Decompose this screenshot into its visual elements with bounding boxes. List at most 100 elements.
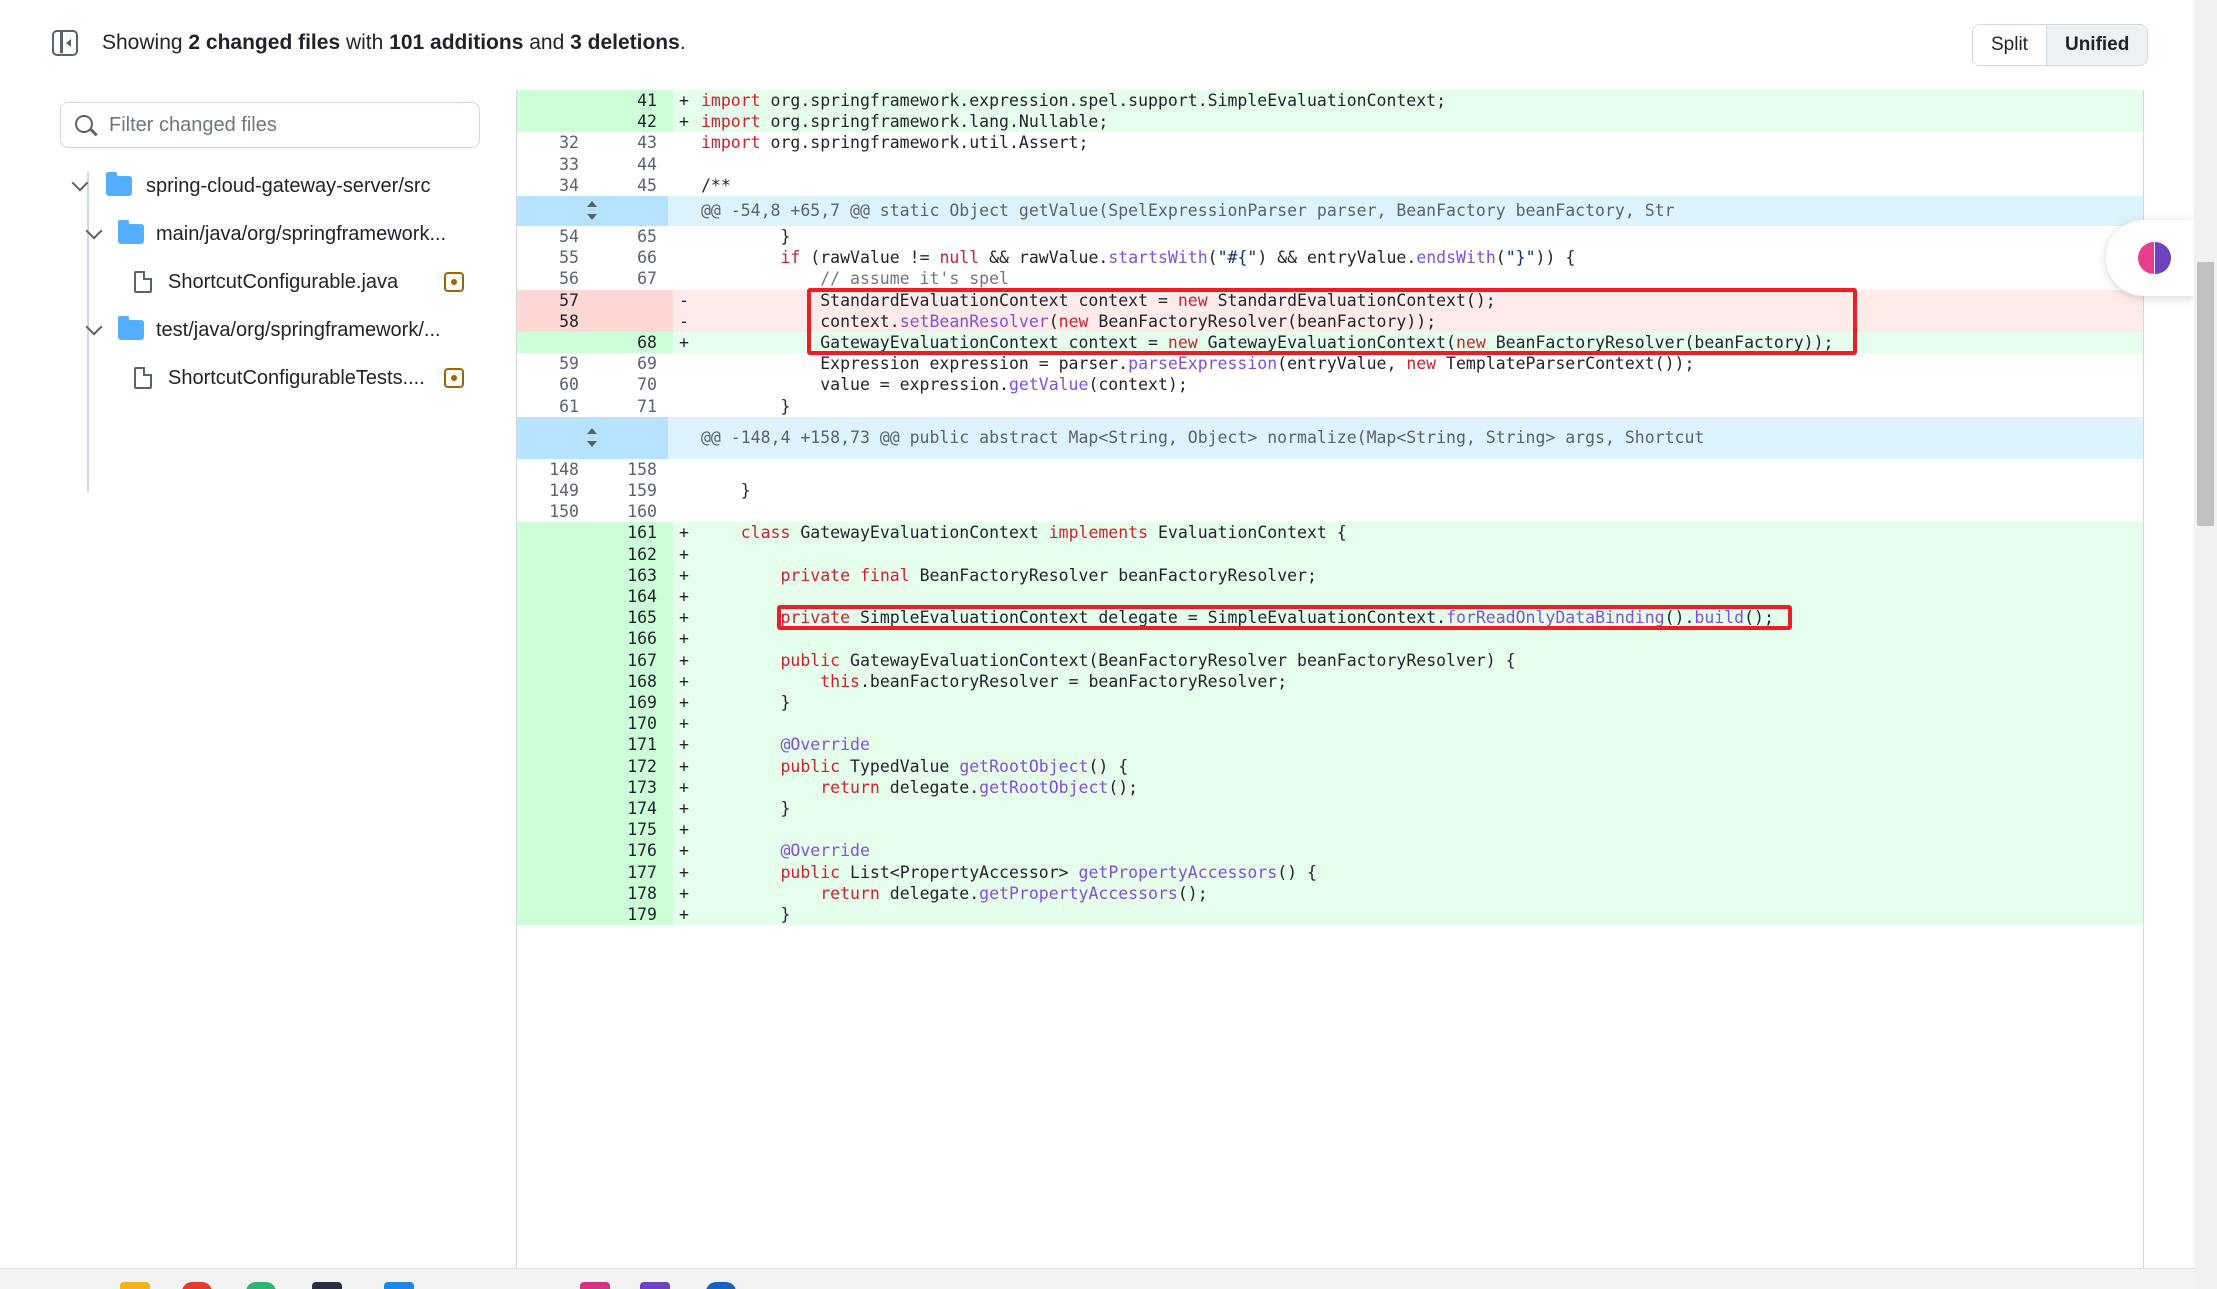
old-line-number[interactable] xyxy=(517,861,595,883)
extension-button[interactable] xyxy=(2106,220,2194,296)
new-line-number[interactable]: 67 xyxy=(595,268,673,289)
old-line-number[interactable]: 59 xyxy=(517,353,595,374)
old-line-number[interactable]: 33 xyxy=(517,154,595,175)
old-line-number[interactable]: 149 xyxy=(517,480,595,501)
old-line-number[interactable] xyxy=(517,840,595,862)
taskbar-app-icon[interactable] xyxy=(182,1282,212,1289)
old-line-number[interactable]: 60 xyxy=(517,374,595,395)
new-line-number[interactable]: 163 xyxy=(595,564,673,586)
filter-changed-files-input[interactable] xyxy=(109,109,469,141)
new-line-number[interactable]: 160 xyxy=(595,501,673,522)
old-line-number[interactable] xyxy=(517,776,595,798)
new-line-number[interactable]: 171 xyxy=(595,734,673,756)
hunk-header-row[interactable]: @@ -148,4 +158,73 @@ public abstract Map… xyxy=(517,416,2143,459)
new-line-number[interactable]: 71 xyxy=(595,396,673,417)
expand-icon[interactable] xyxy=(579,198,605,224)
new-line-number[interactable]: 42 xyxy=(595,111,673,133)
new-line-number[interactable]: 167 xyxy=(595,649,673,671)
unified-view-button[interactable]: Unified xyxy=(2046,25,2148,65)
old-line-number[interactable]: 34 xyxy=(517,175,595,196)
new-line-number[interactable]: 68 xyxy=(595,332,673,354)
new-line-number[interactable] xyxy=(595,310,673,332)
taskbar-folder-icon[interactable] xyxy=(120,1282,150,1289)
taskbar-app-icon[interactable] xyxy=(384,1282,414,1289)
new-line-number[interactable]: 70 xyxy=(595,374,673,395)
page-scrollbar[interactable] xyxy=(2194,0,2217,1289)
new-line-number[interactable]: 41 xyxy=(595,90,673,112)
new-line-number[interactable]: 43 xyxy=(595,132,673,153)
split-view-button[interactable]: Split xyxy=(1973,25,2047,65)
new-line-number[interactable]: 173 xyxy=(595,776,673,798)
old-line-number[interactable]: 56 xyxy=(517,268,595,289)
old-line-number[interactable] xyxy=(517,713,595,735)
new-line-number[interactable]: 158 xyxy=(595,459,673,480)
old-line-number[interactable]: 57 xyxy=(517,289,595,311)
old-line-number[interactable] xyxy=(517,332,595,354)
expand-icon[interactable] xyxy=(579,425,605,451)
new-line-number[interactable]: 44 xyxy=(595,154,673,175)
chevron-down-icon xyxy=(71,174,89,192)
old-line-number[interactable] xyxy=(517,522,595,544)
new-line-number[interactable]: 165 xyxy=(595,607,673,629)
old-line-number[interactable] xyxy=(517,564,595,586)
new-line-number[interactable]: 176 xyxy=(595,840,673,862)
taskbar-app-icon[interactable] xyxy=(640,1282,670,1289)
new-line-number[interactable]: 162 xyxy=(595,543,673,565)
taskbar-app-icon[interactable] xyxy=(246,1282,276,1289)
old-line-number[interactable] xyxy=(517,882,595,904)
old-line-number[interactable] xyxy=(517,670,595,692)
taskbar-app-icon[interactable] xyxy=(706,1282,736,1289)
hunk-header-row[interactable]: @@ -54,8 +65,7 @@ static Object getValue… xyxy=(517,196,2143,226)
new-line-number[interactable]: 69 xyxy=(595,353,673,374)
old-line-number[interactable] xyxy=(517,111,595,133)
new-line-number[interactable]: 170 xyxy=(595,713,673,735)
new-line-number[interactable]: 65 xyxy=(595,226,673,247)
new-line-number[interactable]: 66 xyxy=(595,247,673,268)
old-line-number[interactable]: 61 xyxy=(517,396,595,417)
old-line-number[interactable] xyxy=(517,819,595,841)
old-line-number[interactable] xyxy=(517,649,595,671)
new-line-number[interactable]: 179 xyxy=(595,904,673,926)
old-line-number[interactable] xyxy=(517,607,595,629)
old-line-number[interactable] xyxy=(517,628,595,650)
new-line-number[interactable]: 164 xyxy=(595,586,673,608)
new-line-number[interactable]: 174 xyxy=(595,798,673,820)
old-line-number[interactable]: 32 xyxy=(517,132,595,153)
old-line-number[interactable]: 54 xyxy=(517,226,595,247)
diff-sign: + xyxy=(679,756,689,776)
tree-item-file-shortcutconfigurable[interactable]: ShortcutConfigurable.java xyxy=(134,262,398,302)
scrollbar-thumb[interactable] xyxy=(2197,262,2214,526)
new-line-number[interactable]: 175 xyxy=(595,819,673,841)
tree-item-file-shortcutconfigurabletests[interactable]: ShortcutConfigurableTests.... xyxy=(134,358,425,398)
new-line-number[interactable]: 172 xyxy=(595,755,673,777)
old-line-number[interactable] xyxy=(517,586,595,608)
taskbar-app-icon[interactable] xyxy=(580,1282,610,1289)
new-line-number[interactable]: 178 xyxy=(595,882,673,904)
new-line-number[interactable]: 45 xyxy=(595,175,673,196)
new-line-number[interactable]: 166 xyxy=(595,628,673,650)
new-line-number[interactable]: 159 xyxy=(595,480,673,501)
old-line-number[interactable]: 148 xyxy=(517,459,595,480)
old-line-number[interactable] xyxy=(517,692,595,714)
new-line-number[interactable] xyxy=(595,289,673,311)
old-line-number[interactable]: 55 xyxy=(517,247,595,268)
diff-line-row: 161 + class GatewayEvaluationContext impl… xyxy=(517,522,2143,544)
old-line-number[interactable] xyxy=(517,755,595,777)
diff-sign: + xyxy=(679,671,689,691)
taskbar-app-icon[interactable] xyxy=(312,1282,342,1289)
new-line-number[interactable]: 177 xyxy=(595,861,673,883)
new-line-number[interactable]: 168 xyxy=(595,670,673,692)
new-line-number[interactable]: 169 xyxy=(595,692,673,714)
tree-item-folder-test[interactable]: test/java/org/springframework/... xyxy=(85,310,441,350)
tree-item-folder-root[interactable]: spring-cloud-gateway-server/src xyxy=(71,166,431,206)
old-line-number[interactable] xyxy=(517,798,595,820)
new-line-number[interactable]: 161 xyxy=(595,522,673,544)
old-line-number[interactable] xyxy=(517,904,595,926)
old-line-number[interactable] xyxy=(517,734,595,756)
old-line-number[interactable]: 150 xyxy=(517,501,595,522)
old-line-number[interactable] xyxy=(517,543,595,565)
tree-item-folder-main[interactable]: main/java/org/springframework... xyxy=(85,214,446,254)
sidebar-toggle-icon[interactable] xyxy=(52,30,78,56)
old-line-number[interactable] xyxy=(517,90,595,112)
old-line-number[interactable]: 58 xyxy=(517,310,595,332)
